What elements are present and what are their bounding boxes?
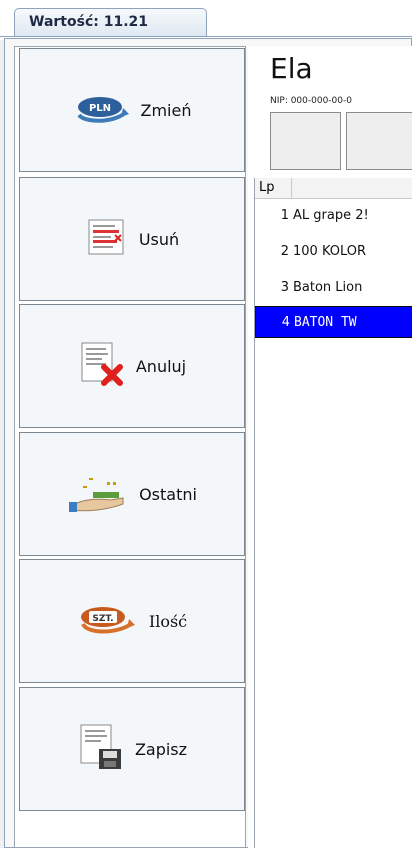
- change-currency-button[interactable]: PLN Zmień: [19, 48, 245, 172]
- hand-money-icon: [67, 472, 129, 516]
- column-divider: [291, 178, 292, 198]
- row-name: 100 KOLOR: [293, 244, 367, 259]
- table-row[interactable]: 2 100 KOLOR: [255, 236, 412, 266]
- row-lp: 3: [280, 280, 289, 295]
- info-box-1[interactable]: [270, 112, 341, 170]
- table-header: Lp: [255, 178, 412, 199]
- change-label: Zmień: [140, 100, 192, 120]
- pln-currency-icon: PLN: [73, 93, 131, 127]
- tab-wartosc[interactable]: Wartość: 11.21: [14, 8, 207, 36]
- tab-strip-line: [0, 36, 412, 37]
- last-button[interactable]: Ostatni: [19, 432, 245, 556]
- cancel-document-icon: [78, 341, 126, 391]
- row-name: BATON TW: [294, 315, 357, 330]
- document-area: Ela NIP: 000-000-00-0 Lp 1 AL grape 2! 2…: [248, 46, 412, 848]
- items-table: Lp 1 AL grape 2! 2 100 KOLOR 3 Baton Lio…: [254, 178, 412, 848]
- info-box-2[interactable]: [346, 112, 412, 170]
- quantity-button[interactable]: SZT. Ilość: [19, 559, 245, 683]
- row-name: Baton Lion: [293, 280, 363, 295]
- tab-label: Wartość: 11.21: [29, 14, 148, 30]
- customer-nip: NIP: 000-000-00-0: [270, 96, 352, 106]
- delete-button[interactable]: Usuń: [19, 177, 245, 301]
- row-lp: 4: [281, 315, 290, 330]
- cancel-label: Anuluj: [135, 356, 187, 376]
- cancel-button[interactable]: Anuluj: [19, 304, 245, 428]
- save-label: Zapisz: [134, 739, 188, 759]
- row-name: AL grape 2!: [293, 208, 369, 223]
- delete-label: Usuń: [138, 229, 180, 249]
- customer-name: Ela: [270, 52, 313, 85]
- quantity-label: Ilość: [148, 611, 188, 631]
- szt-icon-text: SZT.: [92, 614, 113, 624]
- table-row[interactable]: 1 AL grape 2!: [255, 200, 412, 230]
- table-row-selected[interactable]: 4 BATON TW: [255, 306, 412, 338]
- row-lp: 1: [280, 208, 289, 223]
- delete-document-icon: [85, 218, 129, 260]
- last-label: Ostatni: [139, 484, 197, 504]
- save-document-icon: [77, 723, 125, 775]
- column-header-lp[interactable]: Lp: [259, 180, 275, 195]
- save-button[interactable]: Zapisz: [19, 687, 245, 811]
- table-row[interactable]: 3 Baton Lion: [255, 272, 412, 302]
- szt-quantity-icon: SZT.: [77, 602, 139, 640]
- row-lp: 2: [280, 244, 289, 259]
- pln-icon-text: PLN: [88, 103, 110, 114]
